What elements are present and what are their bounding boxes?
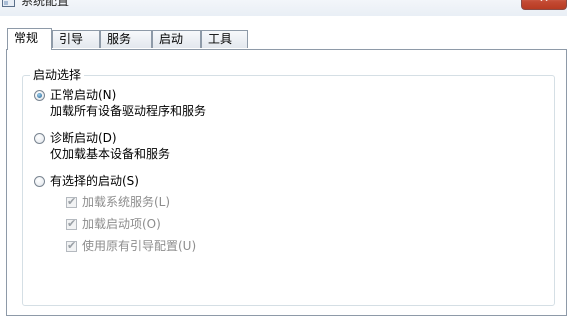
diagnostic-startup-description: 仅加载基本设备和服务 — [50, 147, 171, 161]
normal-startup-radio[interactable] — [34, 90, 45, 101]
selective-startup-radio[interactable] — [34, 176, 45, 187]
tab-tools-label: 工具 — [208, 32, 233, 46]
dialog-client-area: 常规 引导 服务 启动 工具 启动选择 正常启动(N) 加载所有设备驱动程序和服… — [0, 16, 567, 316]
close-button[interactable]: ✕ — [521, 0, 567, 10]
normal-startup-description: 加载所有设备驱动程序和服务 — [50, 104, 207, 118]
diagnostic-startup-radio[interactable] — [34, 133, 45, 144]
system-config-icon — [2, 0, 15, 7]
tab-tools[interactable]: 工具 — [201, 30, 248, 48]
selective-startup-label[interactable]: 有选择的启动(S) — [50, 174, 139, 188]
close-icon: ✕ — [539, 0, 549, 5]
load-system-services-label[interactable]: 加载系统服务(L) — [82, 195, 170, 209]
diagnostic-startup-label[interactable]: 诊断启动(D) — [50, 131, 117, 145]
normal-startup-label[interactable]: 正常启动(N) — [50, 88, 116, 102]
startup-selection-group: 启动选择 正常启动(N) 加载所有设备驱动程序和服务 诊断启动(D) 仅加载基本… — [22, 68, 555, 306]
load-system-services-checkbox[interactable]: ✔ — [66, 195, 77, 208]
load-startup-items-checkbox[interactable]: ✔ — [66, 217, 77, 230]
tab-boot-label: 引导 — [59, 32, 84, 46]
checkmark-icon: ✔ — [67, 239, 77, 252]
tab-startup-label: 启动 — [159, 32, 184, 46]
tab-general[interactable]: 常规 — [7, 28, 52, 50]
tab-services-label: 服务 — [107, 32, 132, 46]
tab-general-label: 常规 — [14, 31, 39, 45]
load-startup-items-label[interactable]: 加载启动项(O) — [82, 217, 161, 231]
use-original-boot-config-label[interactable]: 使用原有引导配置(U) — [82, 239, 196, 253]
tab-boot[interactable]: 引导 — [52, 30, 100, 48]
group-legend: 启动选择 — [30, 68, 85, 82]
use-original-boot-config-checkbox[interactable]: ✔ — [66, 239, 77, 252]
window-title: 系统配置 — [21, 0, 70, 8]
general-tab-panel: 启动选择 正常启动(N) 加载所有设备驱动程序和服务 诊断启动(D) 仅加载基本… — [6, 49, 567, 316]
tab-services[interactable]: 服务 — [100, 30, 152, 48]
tab-startup[interactable]: 启动 — [152, 30, 201, 48]
checkmark-icon: ✔ — [67, 195, 77, 208]
checkmark-icon: ✔ — [67, 217, 77, 230]
system-configuration-window: 系统配置 ✕ 常规 引导 服务 启动 工具 — [0, 0, 567, 316]
